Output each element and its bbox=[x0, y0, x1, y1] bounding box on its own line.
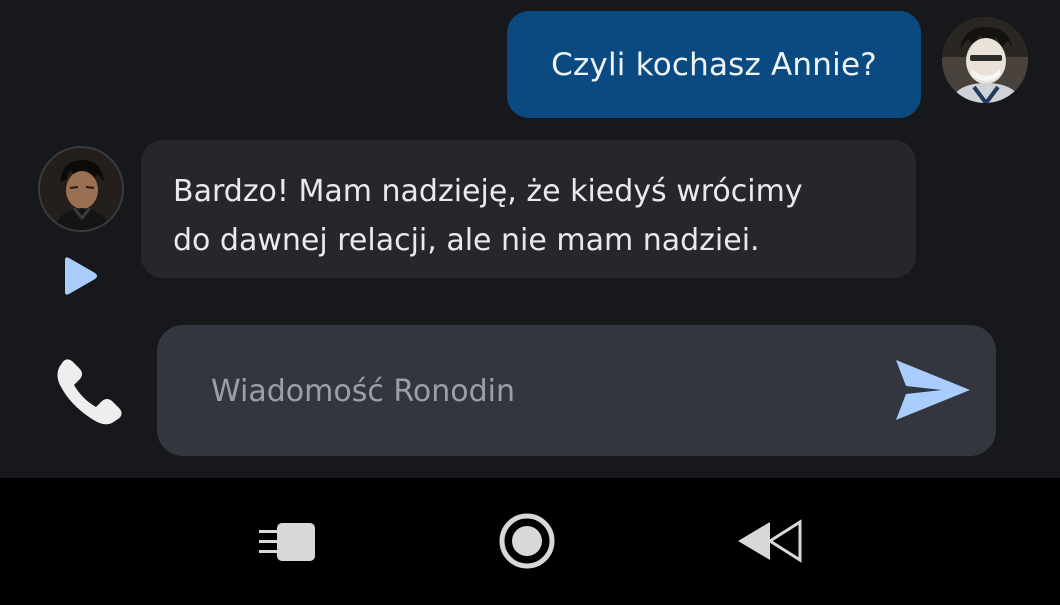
phone-icon[interactable] bbox=[52, 355, 126, 429]
user-message-text: Czyli kochasz Annie? bbox=[551, 46, 877, 83]
message-input[interactable] bbox=[211, 361, 851, 421]
play-icon[interactable] bbox=[61, 256, 99, 296]
bot-message-line-1: Bardzo! Mam nadzieję, że kiedyś wrócimy bbox=[173, 174, 803, 209]
user-avatar[interactable] bbox=[942, 17, 1028, 103]
user-avatar-image bbox=[942, 17, 1028, 103]
recent-apps-icon[interactable] bbox=[253, 510, 323, 572]
send-icon[interactable] bbox=[894, 358, 972, 422]
back-icon[interactable] bbox=[734, 510, 804, 572]
system-navigation-bar bbox=[0, 478, 1060, 605]
message-composer bbox=[157, 325, 996, 456]
bot-message-bubble: Bardzo! Mam nadzieję, że kiedyś wrócimy … bbox=[141, 140, 916, 278]
chat-area: Czyli kochasz Annie? Bardzo! Mam nadziej… bbox=[0, 0, 1060, 478]
user-message-bubble: Czyli kochasz Annie? bbox=[507, 11, 921, 118]
bot-message-line-2: do dawnej relacji, ale nie mam nadziei. bbox=[173, 223, 760, 258]
bot-avatar[interactable] bbox=[38, 146, 124, 232]
home-icon[interactable] bbox=[492, 510, 562, 572]
bot-avatar-image bbox=[40, 148, 122, 230]
